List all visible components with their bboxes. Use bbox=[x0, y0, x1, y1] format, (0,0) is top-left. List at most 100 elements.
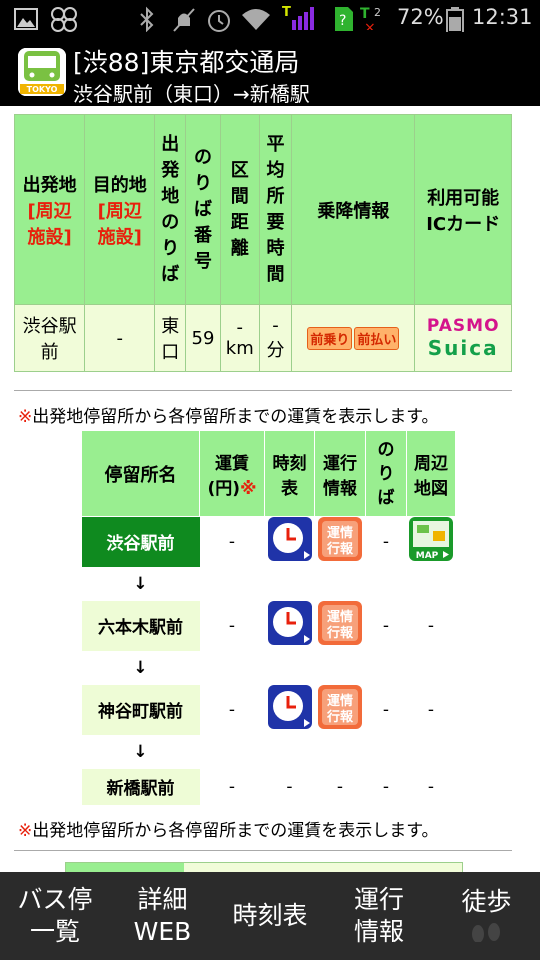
nav-walking[interactable]: 徒歩 bbox=[433, 872, 540, 960]
app-header: TOKYO [渋88]東京都交通局 渋谷駅前（東口）→新橋駅 bbox=[0, 38, 540, 106]
map-icon[interactable]: MAP bbox=[409, 517, 453, 562]
nav-operation-info[interactable]: 運行 情報 bbox=[325, 872, 433, 960]
operation-cell: 運情 行報 bbox=[315, 517, 366, 567]
cell-time-value: - bbox=[272, 314, 279, 336]
hdr-char: の bbox=[377, 439, 395, 460]
header-destination-label: 目的地 bbox=[92, 174, 147, 196]
header-operation: 運行 情報 bbox=[314, 430, 366, 517]
arrow-down: ↓ bbox=[133, 573, 148, 594]
cell-stop-text-2: 口 bbox=[161, 342, 180, 363]
fare-note-text: 出発地停留所から各停留所までの運賃を表示します。 bbox=[32, 407, 439, 427]
suica-logo: Suica bbox=[427, 336, 499, 360]
hdr-char: 離 bbox=[230, 237, 249, 259]
roaming-signal-icon: T 2 × bbox=[360, 6, 381, 30]
hdr-char: 出 bbox=[161, 133, 180, 155]
stop-shibuya[interactable]: 渋谷駅前 bbox=[81, 516, 200, 567]
hdr-char: 間 bbox=[266, 263, 285, 285]
timetable-icon[interactable] bbox=[267, 601, 312, 645]
cell-departure-text-2: 前 bbox=[40, 342, 59, 363]
svg-text:2: 2 bbox=[374, 6, 381, 19]
stop-shimbashi[interactable]: 新橋駅前 bbox=[81, 768, 200, 805]
timetable-cell bbox=[265, 601, 315, 651]
operation-info-icon[interactable]: 運情 行報 bbox=[318, 601, 362, 645]
departure-nearby-link-2[interactable]: 施設] bbox=[15, 223, 84, 249]
hdr-char: り bbox=[161, 237, 180, 259]
sim-unknown-icon: ? bbox=[335, 7, 353, 31]
svg-text:運情: 運情 bbox=[327, 693, 353, 709]
hdr-char: 地 bbox=[161, 185, 180, 207]
status-bar: T ? T 2 × 72% 12:31 bbox=[0, 0, 540, 38]
operation-info-icon[interactable]: 運情 行報 bbox=[318, 685, 362, 729]
destination-nearby-link[interactable]: [周辺 bbox=[85, 197, 154, 223]
nav-detail-web[interactable]: 詳細 WEB bbox=[110, 872, 215, 960]
hdr-char: の bbox=[161, 211, 180, 233]
nav-label: 詳細 bbox=[137, 885, 188, 914]
nav-stop-list[interactable]: バス停 一覧 bbox=[0, 872, 110, 960]
cell-distance-value: - bbox=[236, 317, 244, 338]
svg-text:運情: 運情 bbox=[327, 609, 353, 625]
platform-cell: - bbox=[382, 699, 390, 720]
cell-platform-number: 59 bbox=[185, 304, 221, 372]
pinwheel-icon bbox=[51, 7, 77, 32]
hdr-char: の bbox=[193, 146, 212, 168]
header-stop-name: 停留所名 bbox=[81, 430, 200, 517]
alarm-icon bbox=[208, 10, 230, 32]
hdr-char: 均 bbox=[266, 159, 285, 181]
header-ic-cards-label-2: ICカード bbox=[426, 213, 501, 235]
cell-time-unit: 分 bbox=[266, 339, 285, 361]
cell-departure-stop: 東 口 bbox=[154, 304, 187, 372]
operation-info-icon[interactable]: 運情 行報 bbox=[318, 517, 362, 562]
header-timetable-label: 時刻 bbox=[272, 453, 307, 474]
map-cell: - bbox=[427, 776, 435, 797]
pasmo-logo: PASMO bbox=[426, 316, 500, 336]
header-map-label: 周辺 bbox=[414, 453, 448, 474]
header-average-time: 平 均 所 要 時 間 bbox=[258, 114, 293, 305]
header-distance: 区 間 距 離 bbox=[219, 114, 260, 305]
platform-cell: - bbox=[382, 776, 390, 797]
header-timetable-label-2: 表 bbox=[281, 478, 298, 499]
bus-app-icon[interactable]: TOKYO bbox=[18, 48, 66, 96]
header-timetable: 時刻 表 bbox=[264, 430, 315, 517]
header-destination: 目的地 [周辺 施設] bbox=[84, 114, 156, 305]
header-fare-unit: (円) bbox=[207, 478, 240, 499]
header-ic-cards: 利用可能 ICカード bbox=[414, 114, 512, 305]
hdr-char: 区 bbox=[230, 159, 249, 181]
hdr-char: 平 bbox=[266, 133, 285, 155]
stops-table: 停留所名 運賃 (円)※ 時刻 表 運行 情報 の り ば 周辺 地図 渋谷駅前… bbox=[81, 430, 456, 805]
bluetooth-icon bbox=[140, 6, 154, 32]
route-detail-content[interactable]: 出発地 [周辺 施設] 目的地 [周辺 施設] 出 発 地 の り ば の り … bbox=[0, 106, 540, 872]
divider bbox=[14, 390, 512, 391]
hdr-char: 間 bbox=[230, 185, 249, 207]
stop-roppongi[interactable]: 六本木駅前 bbox=[81, 600, 200, 651]
nav-label: 徒歩 bbox=[461, 887, 512, 916]
timetable-icon[interactable] bbox=[267, 685, 312, 729]
svg-text:×: × bbox=[364, 20, 376, 30]
nav-label-2: WEB bbox=[133, 917, 192, 946]
route-info-table: 出発地 [周辺 施設] 目的地 [周辺 施設] 出 発 地 の り ば の り … bbox=[13, 114, 512, 372]
hdr-char: ば bbox=[161, 263, 180, 285]
header-operation-label-2: 情報 bbox=[323, 478, 357, 499]
platform-cell: - bbox=[382, 615, 390, 636]
nav-label: 運行 bbox=[353, 885, 404, 914]
header-map-label-2: 地図 bbox=[414, 478, 448, 499]
next-table-header bbox=[66, 863, 184, 872]
cell-destination: - bbox=[84, 304, 156, 372]
fare-cell: - bbox=[228, 699, 236, 720]
route-subtitle: 渋谷駅前（東口）→新橋駅 bbox=[73, 82, 310, 106]
map-cell: MAP bbox=[407, 517, 456, 567]
svg-text:行報: 行報 bbox=[326, 541, 354, 557]
header-fare-label: 運賃 bbox=[215, 453, 249, 474]
stop-kamiyacho[interactable]: 神谷町駅前 bbox=[81, 684, 200, 735]
divider bbox=[14, 850, 512, 851]
svg-text:行報: 行報 bbox=[326, 709, 354, 725]
hdr-char: 距 bbox=[230, 211, 249, 233]
nav-timetable[interactable]: 時刻表 bbox=[215, 872, 325, 960]
timetable-icon[interactable] bbox=[267, 517, 312, 562]
destination-nearby-link-2[interactable]: 施設] bbox=[85, 223, 154, 249]
departure-nearby-link[interactable]: [周辺 bbox=[15, 197, 84, 223]
cell-ic-cards: PASMO Suica bbox=[414, 304, 512, 372]
battery-percent: 72% bbox=[397, 5, 444, 29]
header-platform: の り ば bbox=[365, 430, 407, 517]
bottom-navigation: バス停 一覧 詳細 WEB 時刻表 運行 情報 徒歩 bbox=[0, 872, 540, 960]
next-table-edge bbox=[65, 862, 463, 872]
